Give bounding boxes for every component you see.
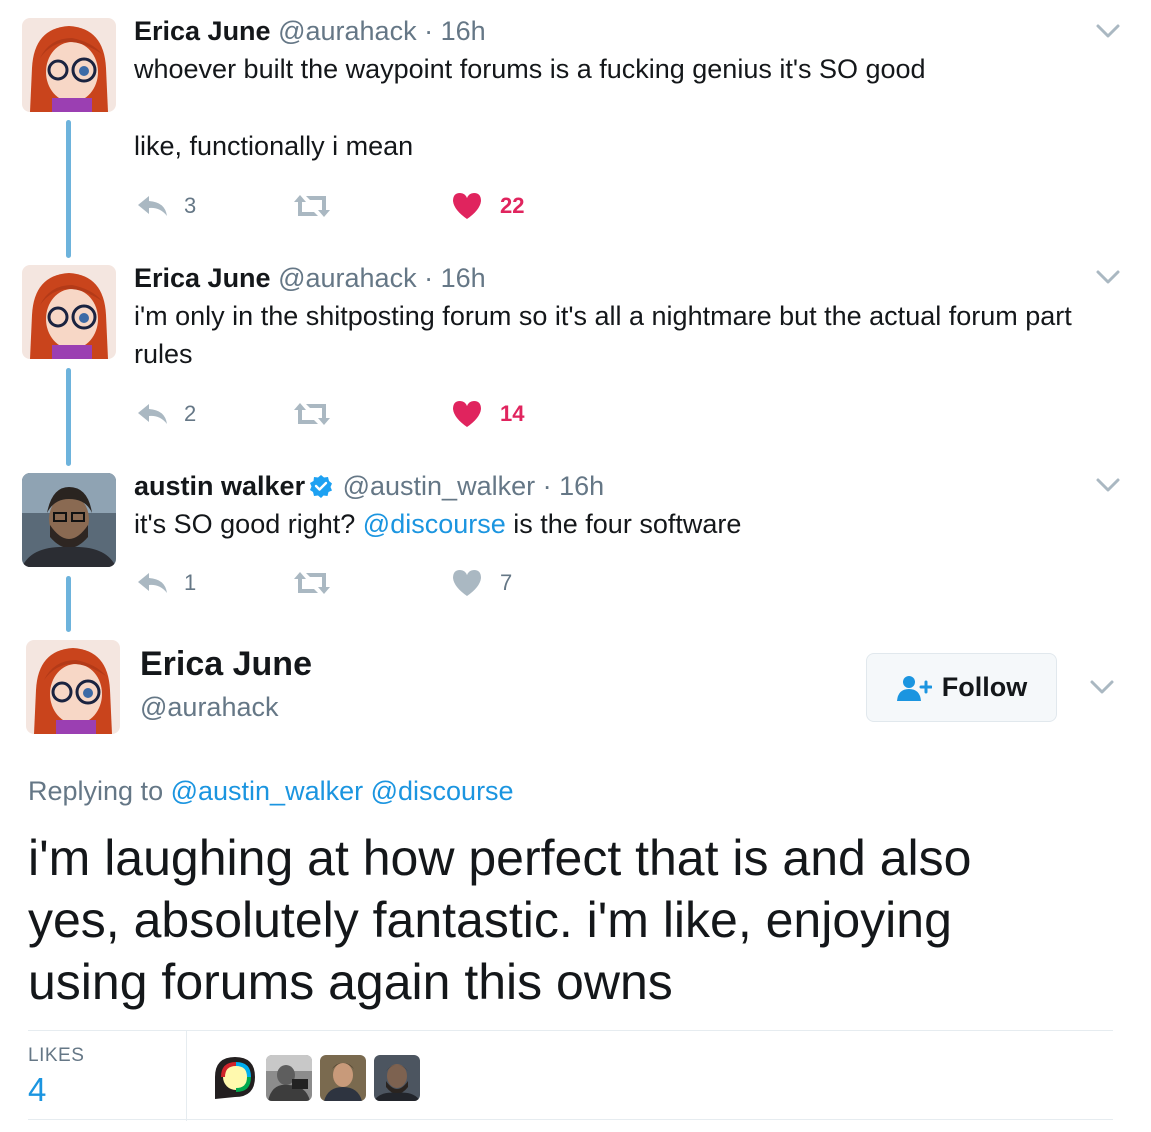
like-button[interactable]: 7 [452,567,512,599]
chevron-down-icon[interactable] [1095,22,1121,40]
stats-divider [186,1031,187,1121]
reply-count: 3 [184,193,197,218]
tweet-text-line: i'm laughing at how perfect that is and … [28,830,972,886]
like-button[interactable]: 22 [452,190,524,222]
thread-connector [66,576,71,632]
follow-label: Follow [941,672,1028,702]
reply-count: 1 [184,570,197,595]
reply-icon [138,196,167,216]
liker-avatar[interactable] [266,1055,312,1101]
reply-button[interactable]: 2 [136,398,196,430]
tweet-header: Erica June @aurahack · 16h [134,262,486,294]
display-name[interactable]: Erica June [140,644,312,684]
chevron-down-icon[interactable] [1095,268,1121,286]
user-handle[interactable]: @austin_walker [343,471,536,501]
avatar[interactable] [22,473,116,567]
tweet-text: i'm only in the shitposting forum so it'… [134,297,1072,373]
tweet-text: it's SO good right? @discourse is the fo… [134,505,741,543]
reply-icon [138,573,167,593]
like-count: 7 [500,570,513,595]
timestamp[interactable]: 16h [559,471,604,501]
heart-icon [453,193,481,219]
tweet-text-line: like, functionally i mean [134,131,414,161]
chevron-down-icon[interactable] [1089,678,1115,696]
liker-avatar-image [374,1055,420,1101]
display-name[interactable]: austin walker [134,471,305,501]
tweet-text: whoever built the waypoint forums is a f… [134,50,926,165]
like-count: 14 [500,401,525,426]
replying-to: Replying to @austin_walker @discourse [28,774,514,808]
main-tweet-text: i'm laughing at how perfect that is and … [28,827,1108,1013]
timestamp[interactable]: 16h [441,16,486,46]
tweet-header: Erica June @aurahack · 16h [134,15,486,47]
retweet-button[interactable] [292,567,332,599]
user-handle[interactable]: @aurahack [278,263,416,293]
separator: · [542,471,552,501]
avatar-image [22,265,116,359]
retweet-icon [294,195,330,217]
mention-link[interactable]: @discourse [363,509,506,539]
mention-link[interactable]: @discourse [371,776,514,806]
separator: · [424,16,434,46]
tweet-text-segment: it's SO good right? [134,509,363,539]
thread-connector [66,120,71,258]
tweet-text-line: rules [134,339,193,369]
tweet-stats: LIKES 4 [28,1030,1113,1121]
tweet-text-line: using forums again this owns [28,954,673,1010]
mention-link[interactable]: @austin_walker [171,776,364,806]
likers-list [212,1055,420,1101]
discourse-logo-icon [212,1055,258,1101]
tweet-text-line: i'm only in the shitposting forum so it'… [134,301,1072,331]
reply-button[interactable]: 1 [136,567,196,599]
avatar[interactable] [22,265,116,359]
follow-person-icon [896,675,932,701]
liker-avatar[interactable] [320,1055,366,1101]
retweet-button[interactable] [292,190,332,222]
avatar[interactable] [22,18,116,112]
tweet-text-line: whoever built the waypoint forums is a f… [134,54,926,84]
liker-avatar-image [320,1055,366,1101]
reply-count: 2 [184,401,197,426]
like-count: 22 [500,193,525,218]
tweet-header: austin walker @austin_walker · 16h [134,470,604,502]
reply-button[interactable]: 3 [136,190,196,222]
avatar-image [22,473,116,567]
separator: · [424,263,434,293]
reply-icon [138,404,167,424]
replying-prefix: Replying to [28,776,171,806]
likes-count: 4 [28,1071,47,1108]
like-button[interactable]: 14 [452,398,524,430]
retweet-icon [294,572,330,594]
avatar-image [22,18,116,112]
user-handle[interactable]: @aurahack [278,16,416,46]
heart-icon [453,570,481,596]
display-name[interactable]: Erica June [134,263,271,293]
user-handle[interactable]: @aurahack [140,690,278,724]
liker-avatar-image [266,1055,312,1101]
tweet-text-segment: is the four software [505,509,742,539]
avatar[interactable] [26,640,120,734]
retweet-button[interactable] [292,398,332,430]
timestamp[interactable]: 16h [441,263,486,293]
display-name[interactable]: Erica June [134,16,271,46]
liker-avatar[interactable] [374,1055,420,1101]
heart-icon [453,401,481,427]
verified-badge-icon [310,475,333,498]
liker-avatar[interactable] [212,1055,258,1101]
tweet-text-line: yes, absolutely fantastic. i'm like, enj… [28,892,952,948]
thread-connector [66,368,71,466]
likes-label: LIKES [28,1045,85,1066]
chevron-down-icon[interactable] [1095,476,1121,494]
follow-button[interactable]: Follow [866,653,1057,722]
retweet-icon [294,403,330,425]
avatar-image [26,640,120,734]
